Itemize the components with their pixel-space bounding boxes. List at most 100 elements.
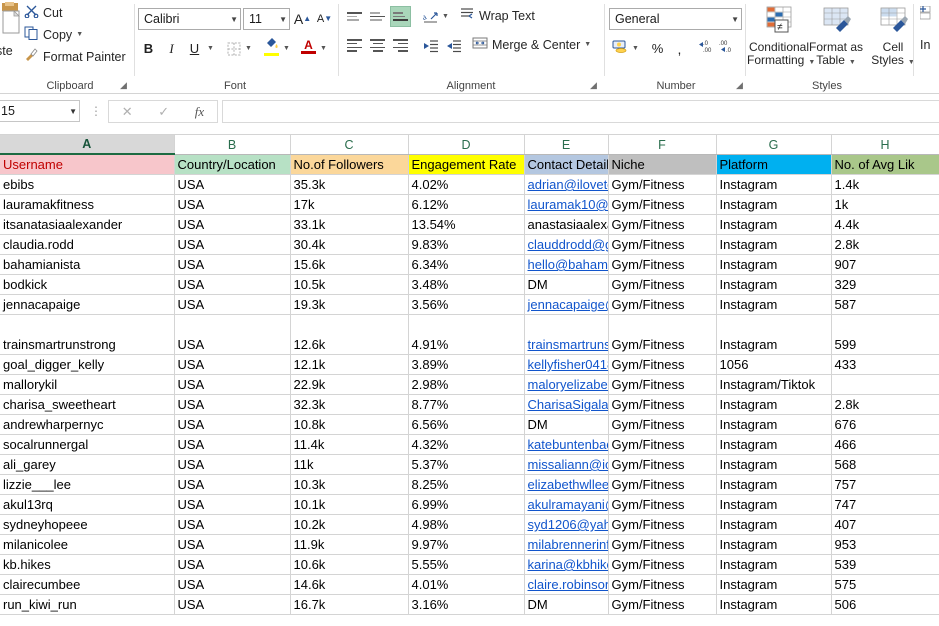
cell-followers[interactable]: 32.3k	[290, 394, 409, 415]
formula-input[interactable]	[222, 100, 939, 123]
cell-username[interactable]: lizzie___lee	[0, 474, 175, 495]
cell-contact[interactable]: katebuntenbach	[524, 434, 609, 455]
cell-avg-likes[interactable]: 466	[831, 434, 939, 455]
cell-username[interactable]: mallorykil	[0, 374, 175, 395]
cell-avg-likes[interactable]: 407	[831, 514, 939, 535]
cell-contact[interactable]: clauddrodd@gm	[524, 234, 609, 255]
cell-engagement[interactable]: 3.16%	[408, 594, 525, 615]
cell-engagement[interactable]: 2.98%	[408, 374, 525, 395]
table-row[interactable]: milanicoleeUSA11.9k9.97%milabrennerinfoG…	[0, 534, 939, 555]
cell-engagement[interactable]: 4.02%	[408, 174, 525, 195]
cell-followers[interactable]: 12.6k	[290, 314, 409, 355]
cell-engagement[interactable]: 8.77%	[408, 394, 525, 415]
cell-contact[interactable]: DM	[524, 594, 609, 615]
table-row[interactable]: sydneyhopeeeUSA10.2k4.98%syd1206@yahooGy…	[0, 514, 939, 535]
cell-platform[interactable]: Instagram	[716, 214, 832, 235]
cell-contact[interactable]: karina@kbhikes	[524, 554, 609, 575]
cell-engagement[interactable]: 3.89%	[408, 354, 525, 375]
cell-niche[interactable]: Gym/Fitness	[608, 574, 717, 595]
cell-engagement[interactable]: 6.12%	[408, 194, 525, 215]
cell-avg-likes[interactable]: 1k	[831, 194, 939, 215]
cell-avg-likes[interactable]: 433	[831, 354, 939, 375]
table-row[interactable]: ali_gareyUSA11k5.37%missaliann@icloGym/F…	[0, 454, 939, 475]
bottom-align-button[interactable]	[390, 6, 411, 27]
shrink-font-button[interactable]: A ▼	[314, 8, 335, 29]
cell-country[interactable]: USA	[174, 434, 291, 455]
alignment-dialog-launcher[interactable]: ◢	[588, 80, 599, 91]
cell-niche[interactable]: Gym/Fitness	[608, 514, 717, 535]
cell-niche[interactable]: Gym/Fitness	[608, 414, 717, 435]
cell-platform[interactable]: Instagram	[716, 254, 832, 275]
column-header-g[interactable]: G	[716, 135, 832, 155]
format-painter-button[interactable]: Format Painter	[22, 47, 128, 66]
column-header-b[interactable]: B	[174, 135, 291, 155]
column-header-a[interactable]: A	[0, 135, 175, 155]
table-row[interactable]: ebibsUSA35.3k4.02%adrian@ilovetorGym/Fit…	[0, 174, 939, 195]
cell-platform[interactable]: Instagram	[716, 434, 832, 455]
cell-avg-likes[interactable]: 587	[831, 294, 939, 315]
cell-followers[interactable]: 33.1k	[290, 214, 409, 235]
cell-engagement[interactable]: 4.98%	[408, 514, 525, 535]
column-header-e[interactable]: E	[524, 135, 609, 155]
cell-niche[interactable]: Gym/Fitness	[608, 454, 717, 475]
cell-niche[interactable]: Gym/Fitness	[608, 314, 717, 355]
table-row[interactable]: andrewharpernyc USA 10.8k 6.56% DM Gym/Fitnes…	[0, 414, 939, 435]
cell-username[interactable]: andrewharpernyc	[0, 414, 175, 435]
cell-username[interactable]: charisa_sweetheart	[0, 394, 175, 415]
cell-avg-likes[interactable]: 4.4k	[831, 214, 939, 235]
cell-username[interactable]: socalrunnergal	[0, 434, 175, 455]
cell-followers[interactable]: 14.6k	[290, 574, 409, 595]
percent-style-button[interactable]: %	[647, 38, 668, 59]
cell-country[interactable]: USA	[174, 314, 291, 355]
table-header-row[interactable]: Username Country/Location No.of Followers E…	[0, 154, 939, 175]
cell-username[interactable]: ebibs	[0, 174, 175, 195]
cell-platform[interactable]: 1056	[716, 354, 832, 375]
cell-niche[interactable]: Gym/Fitness	[608, 274, 717, 295]
cell-avg-likes[interactable]: 506	[831, 594, 939, 615]
table-row[interactable]: lizzie___lee USA 10.3k 8.25% elizabethwllee(…	[0, 474, 939, 495]
header-cell-e[interactable]: Contact Details	[524, 154, 609, 175]
cell-username[interactable]: claudia.rodd	[0, 234, 175, 255]
cell-followers[interactable]: 11.4k	[290, 434, 409, 455]
cell-contact[interactable]: elizabethwllee(	[524, 474, 609, 495]
chevron-down-icon[interactable]: ▼	[849, 59, 856, 66]
cell-country[interactable]: USA	[174, 594, 291, 615]
cell-platform[interactable]: Instagram	[716, 394, 832, 415]
cell-platform[interactable]: Instagram	[716, 494, 832, 515]
grow-font-button[interactable]: A ▲	[292, 8, 313, 29]
cell-engagement[interactable]: 8.25%	[408, 474, 525, 495]
bold-button[interactable]: B	[138, 38, 159, 59]
font-name-combo[interactable]: Calibri ▼	[138, 8, 241, 30]
cell-country[interactable]: USA	[174, 374, 291, 395]
wrap-text-button[interactable]: Wrap Text	[458, 6, 537, 25]
cell-avg-likes[interactable]: 676	[831, 414, 939, 435]
decrease-decimal-button[interactable]: .00 .0	[717, 36, 738, 57]
cell-avg-likes[interactable]: 2.8k	[831, 234, 939, 255]
cell-followers[interactable]: 10.1k	[290, 494, 409, 515]
cell-contact[interactable]: DM	[524, 274, 609, 295]
cell-contact[interactable]: maloryelizabeth	[524, 374, 609, 395]
comma-style-button[interactable]: ,	[669, 38, 690, 59]
chevron-down-icon[interactable]: ▼	[76, 31, 83, 38]
increase-decimal-button[interactable]: .0 .00	[695, 36, 716, 57]
cell-niche[interactable]: Gym/Fitness	[608, 354, 717, 375]
cell-avg-likes[interactable]: 757	[831, 474, 939, 495]
cell-country[interactable]: USA	[174, 194, 291, 215]
middle-align-button[interactable]	[367, 6, 388, 27]
cell-followers[interactable]: 30.4k	[290, 234, 409, 255]
cell-avg-likes[interactable]: 1.4k	[831, 174, 939, 195]
header-cell-g[interactable]: Platform	[716, 154, 832, 175]
spreadsheet-grid[interactable]: ABCDEFGH Username Country/Location No.of F…	[0, 135, 939, 626]
cell-contact[interactable]: akulramayani@	[524, 494, 609, 515]
table-row[interactable]: lauramakfitnessUSA17k6.12%lauramak10@gnG…	[0, 194, 939, 215]
cell-followers[interactable]: 16.7k	[290, 594, 409, 615]
table-row[interactable]: mallorykilUSA22.9k2.98%maloryelizabethGy…	[0, 374, 939, 395]
table-row[interactable]: run_kiwi_run USA 16.7k 3.16% DM Gym/Fitness In…	[0, 594, 939, 615]
align-left-button[interactable]	[344, 35, 365, 56]
cell-engagement[interactable]: 4.91%	[408, 314, 525, 355]
cell-username[interactable]: clairecumbee	[0, 574, 175, 595]
cell-country[interactable]: USA	[174, 394, 291, 415]
table-row[interactable]: kb.hikesUSA10.6k5.55%karina@kbhikesGym/F…	[0, 554, 939, 575]
cell-followers[interactable]: 10.3k	[290, 474, 409, 495]
cell-contact[interactable]: claire.robinson0	[524, 574, 609, 595]
